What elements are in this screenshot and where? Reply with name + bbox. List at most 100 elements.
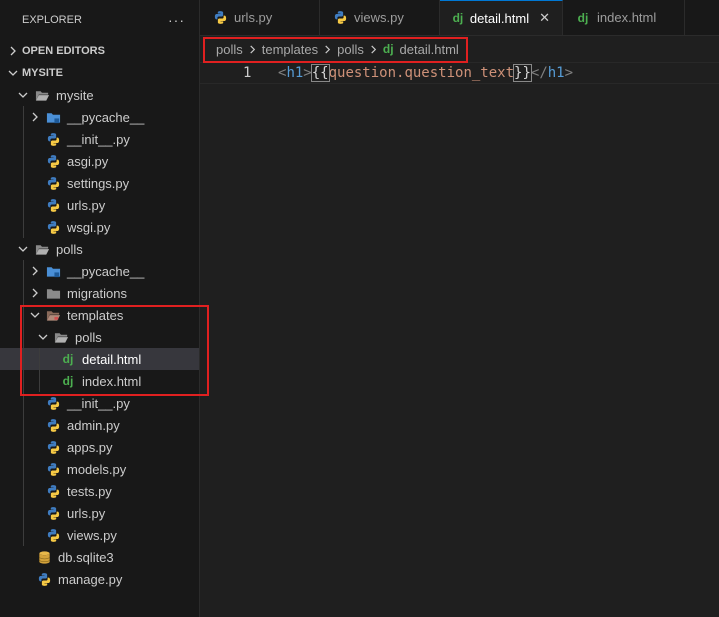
tree-file-polls-urls[interactable]: urls.py [0,502,199,524]
folder-icon [45,285,61,301]
django-icon: dj [382,42,394,56]
indent-guide [23,436,24,458]
tree-file-models[interactable]: models.py [0,458,199,480]
tree-file-wsgi[interactable]: wsgi.py [0,216,199,238]
tree-folder-polls[interactable]: polls [0,238,199,260]
indent-guide [23,260,24,282]
code-editor[interactable]: 1 <h1>{{question.question_text}}</h1> [200,62,719,617]
chevron-right-icon [248,45,257,54]
breadcrumb-item[interactable]: detail.html [400,42,459,57]
tab-detail[interactable]: dj detail.html ✕ [440,0,563,35]
breadcrumb-item[interactable]: polls [337,42,364,57]
tree-label: apps.py [67,439,113,455]
open-editors-section[interactable]: OPEN EDITORS [0,40,199,62]
chevron-down-icon [6,66,20,80]
tree-folder-mysite-pycache[interactable]: __pycache__ [0,106,199,128]
tree-label: models.py [67,461,127,477]
python-icon [212,10,228,26]
tab-views[interactable]: views.py [320,0,440,35]
close-icon[interactable]: ✕ [539,10,550,26]
line-number: 1 [243,65,252,81]
folder-icon [45,263,61,279]
more-actions-icon[interactable]: ··· [168,12,185,28]
tree-label: migrations [67,285,127,301]
tree-folder-mysite[interactable]: mysite [0,84,199,106]
code-line[interactable]: 1 <h1>{{question.question_text}}</h1> [200,62,719,84]
tree-file-mysite-init[interactable]: __init__.py [0,128,199,150]
chevron-right-icon [369,45,378,54]
django-icon: dj [62,352,74,366]
django-icon: dj [62,374,74,388]
breadcrumb-item[interactable]: templates [262,42,318,57]
chevron-right-icon [28,110,42,124]
chevron-right-icon [28,264,42,278]
indent-guide [23,216,24,238]
tree-file-manage[interactable]: manage.py [0,568,199,590]
tree-label: views.py [67,527,117,543]
tree-folder-templates[interactable]: templates [0,304,199,326]
root-folder-label: MYSITE [22,67,63,79]
tree-label: templates [67,307,124,323]
tree-label: asgi.py [67,153,109,169]
tree-file-apps[interactable]: apps.py [0,436,199,458]
tab-urls[interactable]: urls.py [200,0,320,35]
tree-file-mysite-urls[interactable]: urls.py [0,194,199,216]
tree-label: db.sqlite3 [58,549,114,565]
tree-label: wsgi.py [67,219,111,235]
python-icon [45,483,61,499]
indent-guide [23,480,24,502]
chevron-down-icon [28,308,42,322]
tree-folder-migrations[interactable]: migrations [0,282,199,304]
tab-index[interactable]: dj index.html [563,0,685,35]
folder-open-icon [34,87,50,103]
explorer-title: EXPLORER [22,14,82,26]
tree-label: settings.py [67,175,130,191]
token-brace: {{ [310,64,330,82]
indent-guide [39,370,40,392]
tree-label: __init__.py [67,395,130,411]
breadcrumb: polls templates polls dj detail.html [200,36,719,62]
tree-folder-templates-polls[interactable]: polls [0,326,199,348]
chevron-right-icon [28,286,42,300]
chevron-down-icon [16,242,30,256]
tab-label: index.html [597,10,657,25]
breadcrumb-item[interactable]: polls [216,42,243,57]
tree-label: index.html [82,373,142,389]
indent-guide [23,326,24,348]
tree-file-asgi[interactable]: asgi.py [0,150,199,172]
indent-guide [23,392,24,414]
python-icon [45,197,61,213]
python-icon [45,505,61,521]
tree-label: __pycache__ [67,109,145,125]
chevron-right-icon [323,45,332,54]
indent-guide [23,458,24,480]
python-icon [332,10,348,26]
tree-label: urls.py [67,505,106,521]
token-punct: </ [530,65,548,81]
mysite-root-section[interactable]: MYSITE [0,62,199,84]
templates-folder-icon [45,307,61,323]
tree-file-db[interactable]: db.sqlite3 [0,546,199,568]
django-icon: dj [577,10,589,25]
tree-file-admin[interactable]: admin.py [0,414,199,436]
indent-guide [23,502,24,524]
code-text: <h1>{{question.question_text}}</h1> [278,64,573,82]
indent-guide [23,128,24,150]
tree-file-polls-init[interactable]: __init__.py [0,392,199,414]
tree-label: manage.py [58,571,123,587]
indent-guide [23,150,24,172]
folder-icon [45,109,61,125]
tree-file-tests[interactable]: tests.py [0,480,199,502]
folder-open-icon [53,329,69,345]
token-punct: > [303,65,312,81]
tree-file-detail[interactable]: dj detail.html [0,348,199,370]
tree-file-index[interactable]: dj index.html [0,370,199,392]
python-icon [45,219,61,235]
python-icon [45,395,61,411]
token-expression: question.question_text [328,65,515,81]
tree-file-views[interactable]: views.py [0,524,199,546]
tree-folder-polls-pycache[interactable]: __pycache__ [0,260,199,282]
tree-file-settings[interactable]: settings.py [0,172,199,194]
chevron-down-icon [36,330,50,344]
python-icon [45,461,61,477]
